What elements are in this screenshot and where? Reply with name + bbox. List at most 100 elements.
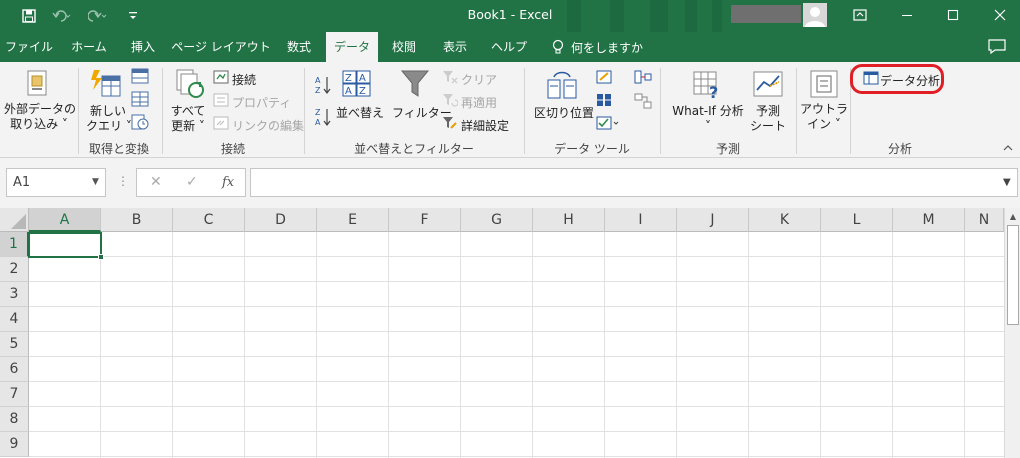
column-header-j[interactable]: J: [677, 208, 749, 232]
title-decoration: [650, 0, 668, 32]
tell-me-search[interactable]: 何をしますか: [551, 32, 643, 62]
row-header-5[interactable]: 5: [0, 332, 29, 357]
active-cell-a1[interactable]: [28, 232, 102, 258]
column-header-l[interactable]: L: [821, 208, 893, 232]
column-header-g[interactable]: G: [461, 208, 533, 232]
tab-formulas[interactable]: 数式: [276, 32, 322, 62]
column-header-a[interactable]: A: [29, 208, 101, 232]
title-decoration: [685, 0, 697, 32]
insert-function-icon[interactable]: fx: [222, 169, 234, 196]
row-header-1[interactable]: 1: [0, 232, 29, 257]
svg-text:A: A: [345, 86, 352, 97]
customize-qat-icon[interactable]: [126, 6, 140, 26]
name-box-dropdown-icon[interactable]: ▼: [92, 168, 99, 197]
column-header-c[interactable]: C: [173, 208, 245, 232]
tab-view[interactable]: 表示: [432, 32, 478, 62]
cell-area[interactable]: [29, 232, 1004, 458]
row-header-9[interactable]: 9: [0, 432, 29, 457]
tell-me-label: 何をしますか: [571, 40, 644, 55]
column-header-b[interactable]: B: [101, 208, 173, 232]
fill-handle[interactable]: [98, 254, 104, 260]
scroll-up-icon[interactable]: ▲: [1005, 210, 1020, 224]
svg-text:Z: Z: [315, 86, 321, 95]
row-header-6[interactable]: 6: [0, 357, 29, 382]
forecast-sheet-icon: [753, 71, 783, 97]
from-table-icon[interactable]: [131, 91, 149, 107]
ribbon: 外部データの 取り込み ˅ 新しい クエリ ˅ 取得と変換 すべて 更新 ˅ 接…: [0, 62, 1020, 158]
what-if-analysis-icon: ?: [693, 71, 718, 100]
maximize-icon[interactable]: [933, 3, 973, 27]
sort-ascending-icon[interactable]: AZ: [314, 74, 332, 96]
group-label-analysis: 分析: [887, 142, 912, 156]
column-header-f[interactable]: F: [389, 208, 461, 232]
ribbon-separator: [304, 68, 305, 154]
tab-review[interactable]: 校閲: [382, 32, 426, 62]
comments-icon[interactable]: [988, 39, 1006, 54]
ribbon-display-options-icon[interactable]: [840, 3, 880, 27]
tab-insert[interactable]: 挿入: [118, 32, 168, 62]
column-header-n[interactable]: N: [965, 208, 1004, 232]
new-query-icon: [91, 70, 121, 97]
show-queries-icon[interactable]: [131, 68, 149, 84]
remove-duplicates-icon[interactable]: [596, 93, 612, 107]
column-header-h[interactable]: H: [533, 208, 605, 232]
user-name-redacted[interactable]: [731, 5, 801, 23]
scroll-thumb[interactable]: [1007, 225, 1019, 325]
collapse-ribbon-icon[interactable]: [1002, 144, 1014, 152]
row-header-4[interactable]: 4: [0, 307, 29, 332]
tab-help[interactable]: ヘルプ: [484, 32, 534, 62]
ribbon-separator: [162, 68, 163, 154]
cancel-entry-icon[interactable]: ✕: [150, 169, 162, 196]
undo-icon[interactable]: [48, 6, 76, 26]
relationships-icon[interactable]: [634, 93, 652, 109]
svg-text:Z: Z: [345, 73, 352, 84]
sort-descending-icon[interactable]: ZA: [314, 106, 332, 128]
tab-file[interactable]: ファイル: [0, 32, 58, 62]
data-analysis-icon: [863, 71, 879, 85]
column-header-e[interactable]: E: [317, 208, 389, 232]
group-label-get-transform: 取得と変換: [88, 142, 149, 156]
save-icon[interactable]: [18, 6, 40, 26]
row-header-3[interactable]: 3: [0, 282, 29, 307]
clear-filter-icon: [443, 71, 458, 84]
recent-sources-icon[interactable]: [131, 114, 149, 130]
close-icon[interactable]: [980, 3, 1020, 27]
user-avatar[interactable]: [803, 3, 827, 27]
row-header-2[interactable]: 2: [0, 257, 29, 282]
sort-icon: Z AA Z: [342, 70, 371, 97]
expand-formula-bar-icon[interactable]: ▼: [1003, 168, 1011, 197]
svg-text:Z: Z: [315, 108, 321, 117]
refresh-all-icon: [176, 69, 204, 98]
row-header-7[interactable]: 7: [0, 382, 29, 407]
redo-icon[interactable]: [84, 6, 112, 26]
column-header-m[interactable]: M: [893, 208, 965, 232]
tab-data[interactable]: データ: [326, 32, 378, 62]
minimize-icon[interactable]: [887, 3, 927, 27]
column-header-k[interactable]: K: [749, 208, 821, 232]
column-header-d[interactable]: D: [245, 208, 317, 232]
select-all-button[interactable]: [0, 208, 29, 232]
tab-home[interactable]: ホーム: [60, 32, 118, 62]
tab-page-layout[interactable]: ページ レイアウト: [170, 32, 272, 62]
group-label-forecast: 予測: [715, 142, 740, 156]
vertical-scrollbar[interactable]: ▲: [1004, 208, 1020, 458]
enter-entry-icon[interactable]: ✓: [186, 169, 198, 196]
ribbon-separator: [660, 68, 661, 154]
formula-input[interactable]: [250, 168, 1018, 197]
data-validation-icon[interactable]: [596, 116, 620, 130]
svg-text:?: ?: [709, 83, 718, 100]
group-label-data-tools: データ ツール: [554, 142, 630, 156]
outline-icon: [810, 70, 838, 98]
reapply-icon: [443, 94, 458, 107]
formula-bar-buttons: ✕ ✓ fx: [136, 168, 246, 197]
column-header-i[interactable]: I: [605, 208, 677, 232]
formula-bar-grip-icon[interactable]: ⋮: [117, 174, 129, 188]
ribbon-separator: [796, 68, 797, 154]
row-header-8[interactable]: 8: [0, 407, 29, 432]
name-box[interactable]: A1: [6, 168, 106, 197]
flash-fill-icon[interactable]: [596, 70, 612, 84]
properties-icon: [213, 93, 229, 107]
consolidate-icon[interactable]: [634, 70, 652, 84]
lightbulb-icon: [552, 39, 564, 54]
formula-bar: A1 ▼ ⋮ ✕ ✓ fx ▼: [0, 158, 1020, 208]
